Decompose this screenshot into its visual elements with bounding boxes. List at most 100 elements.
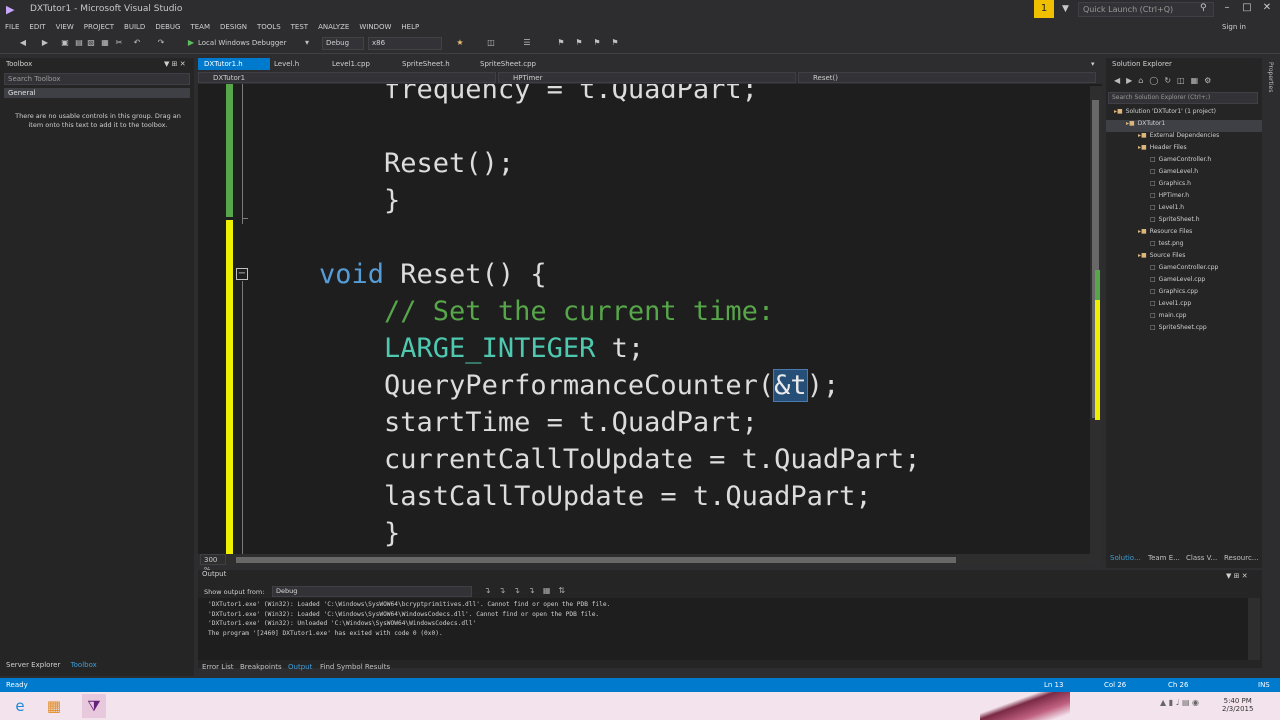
solution-tree-item[interactable]: □ GameLevel.cpp [1106, 276, 1262, 288]
file-explorer-icon[interactable]: ▦ [42, 694, 66, 718]
pin-icon[interactable]: ▼ ⊞ ✕ [164, 60, 186, 68]
code-line[interactable]: QueryPerformanceCounter(&t); [319, 367, 920, 404]
toolbox-search-input[interactable]: Search Toolbox [4, 73, 190, 85]
menu-window[interactable]: WINDOW [354, 20, 396, 34]
zoom-level-dropdown[interactable]: 300 % [200, 554, 226, 574]
redo-icon[interactable]: ↷ [156, 38, 166, 48]
solution-tree-item[interactable]: □ main.cpp [1106, 312, 1262, 324]
platform-dropdown[interactable]: x86 [368, 37, 442, 50]
solution-tree-item[interactable]: □ Graphics.cpp [1106, 288, 1262, 300]
tab-output[interactable]: Output [288, 663, 312, 671]
menu-edit[interactable]: EDIT [24, 20, 50, 34]
solution-tree-item[interactable]: ▸■ Solution 'DXTutor1' (1 project) [1106, 108, 1262, 120]
solution-tree-item[interactable]: □ SpriteSheet.cpp [1106, 324, 1262, 336]
visual-studio-task-icon[interactable]: ⧩ [82, 694, 106, 718]
side-strip-label[interactable]: Properties [1267, 62, 1274, 92]
quick-launch-input[interactable]: Quick Launch (Ctrl+Q) [1078, 2, 1214, 17]
find-in-files-icon[interactable]: ★ [455, 38, 465, 48]
tab-spritesheet-h[interactable]: SpriteSheet.h [396, 58, 456, 70]
solution-tree-item[interactable]: □ GameController.cpp [1106, 264, 1262, 276]
code-line[interactable]: // Set the current time: [319, 293, 920, 330]
collapse-icon[interactable]: − [236, 268, 248, 280]
code-line[interactable]: lastCallToUpdate = t.QuadPart; [319, 478, 920, 515]
run-button[interactable]: Local Windows Debugger [198, 39, 287, 47]
solution-tree-item[interactable]: ▸■ Source Files [1106, 252, 1262, 264]
configuration-dropdown[interactable]: Debug [322, 37, 364, 50]
solution-tree-item[interactable]: □ GameLevel.h [1106, 168, 1262, 180]
menu-team[interactable]: TEAM [185, 20, 215, 34]
menu-file[interactable]: FILE [0, 20, 24, 34]
open-file-icon[interactable]: ▤ [74, 38, 84, 48]
solution-search-input[interactable]: Search Solution Explorer (Ctrl+;) [1108, 92, 1258, 104]
output-text[interactable]: 'DXTutor1.exe' (Win32): Loaded 'C:\Windo… [198, 598, 1248, 660]
side-strip[interactable]: Properties [1264, 58, 1280, 618]
solution-tree-item[interactable]: □ Graphics.h [1106, 180, 1262, 192]
menu-help[interactable]: HELP [396, 20, 424, 34]
output-pin-icon[interactable]: ▼ ⊞ ✕ [1226, 572, 1248, 580]
tab-overflow-icon[interactable]: ▾ [1091, 60, 1095, 68]
solution-tree-item[interactable]: □ Level1.cpp [1106, 300, 1262, 312]
tab-solution-explorer[interactable]: Solutio... [1110, 554, 1141, 562]
tab-breakpoints[interactable]: Breakpoints [240, 663, 282, 671]
comment-icon[interactable]: ☰ [522, 38, 532, 48]
tab-level-h[interactable]: Level.h [268, 58, 305, 70]
tab-resource-view[interactable]: Resourc... [1224, 554, 1258, 562]
menu-test[interactable]: TEST [286, 20, 313, 34]
next-bookmark-icon[interactable]: ⚑ [592, 38, 602, 48]
solution-tree-item[interactable]: ▸■ External Dependencies [1106, 132, 1262, 144]
prev-bookmark-icon[interactable]: ⚑ [574, 38, 584, 48]
member-dropdown[interactable]: Reset() [798, 72, 1096, 83]
solution-explorer-icon[interactable]: ◫ [486, 38, 496, 48]
solution-tree-item[interactable]: □ SpriteSheet.h [1106, 216, 1262, 228]
feedback-filter-icon[interactable]: ▼ [1062, 4, 1069, 14]
horizontal-scroll-thumb[interactable] [236, 557, 956, 563]
internet-explorer-icon[interactable]: e [8, 694, 32, 718]
solution-tree-item[interactable]: ▸■ DXTutor1 [1106, 120, 1262, 132]
menu-build[interactable]: BUILD [119, 20, 150, 34]
solution-tree-item[interactable]: ▸■ Resource Files [1106, 228, 1262, 240]
save-all-icon[interactable]: ▦ [100, 38, 110, 48]
code-line[interactable]: Reset(); [319, 145, 920, 182]
editor-horizontal-scrollbar[interactable]: 300 % [198, 554, 1102, 574]
undo-icon[interactable]: ↶ [132, 38, 142, 48]
code-line[interactable]: currentCallToUpdate = t.QuadPart; [319, 441, 920, 478]
project-dropdown[interactable]: DXTutor1 [198, 72, 496, 83]
clear-bookmark-icon[interactable]: ⚑ [610, 38, 620, 48]
solution-toolbar-icons[interactable]: ◀▶⌂◯↻◫▦⚙ [1114, 76, 1217, 85]
bookmark-icon[interactable]: ⚑ [556, 38, 566, 48]
tab-class-view[interactable]: Class V... [1186, 554, 1217, 562]
scope-dropdown[interactable]: HPTimer [498, 72, 796, 83]
output-scrollbar[interactable] [1248, 598, 1260, 660]
toolbox-group-general[interactable]: General [4, 88, 190, 98]
close-button[interactable]: ✕ [1258, 2, 1276, 16]
back-icon[interactable]: ◀ [18, 38, 28, 48]
system-tray-icons[interactable]: ▲ ▮ ♩ ▤ ◉ [1160, 698, 1199, 707]
menu-design[interactable]: DESIGN [215, 20, 252, 34]
forward-icon[interactable]: ▶ [40, 38, 50, 48]
start-debug-icon[interactable]: ▶ [186, 38, 196, 48]
code-line[interactable]: LARGE_INTEGER t; [319, 330, 920, 367]
menu-analyze[interactable]: ANALYZE [313, 20, 354, 34]
maximize-button[interactable]: □ [1238, 2, 1256, 16]
search-icon[interactable]: ⚲ [1200, 3, 1207, 13]
menu-debug[interactable]: DEBUG [150, 20, 185, 34]
taskbar-clock[interactable]: 5:40 PM 2/3/2015 [1222, 697, 1253, 713]
output-toolbar-icons[interactable]: ↴↴↴↴▦⇅ [484, 586, 573, 595]
solution-tree-item[interactable]: □ Level1.h [1106, 204, 1262, 216]
new-project-icon[interactable]: ▣ [60, 38, 70, 48]
tab-level1-cpp[interactable]: Level1.cpp [326, 58, 376, 70]
notification-flag-icon[interactable]: 1 [1034, 0, 1054, 18]
tab-find-symbol-results[interactable]: Find Symbol Results [320, 663, 390, 671]
solution-tree-item[interactable]: □ GameController.h [1106, 156, 1262, 168]
tab-spritesheet-cpp[interactable]: SpriteSheet.cpp [474, 58, 542, 70]
sign-in-link[interactable]: Sign in [1222, 23, 1246, 31]
code-line[interactable] [319, 108, 920, 145]
tab-error-list[interactable]: Error List [202, 663, 234, 671]
save-icon[interactable]: ▧ [86, 38, 96, 48]
solution-tree-item[interactable]: □ test.png [1106, 240, 1262, 252]
tab-dxtutor1-h[interactable]: DXTutor1.h [198, 58, 270, 70]
tab-team-explorer[interactable]: Team E... [1148, 554, 1180, 562]
tab-toolbox[interactable]: Toolbox [71, 661, 97, 669]
menu-project[interactable]: PROJECT [79, 20, 119, 34]
code-editor[interactable]: − frequency = t.QuadPart; Reset(); } voi… [198, 84, 1102, 554]
